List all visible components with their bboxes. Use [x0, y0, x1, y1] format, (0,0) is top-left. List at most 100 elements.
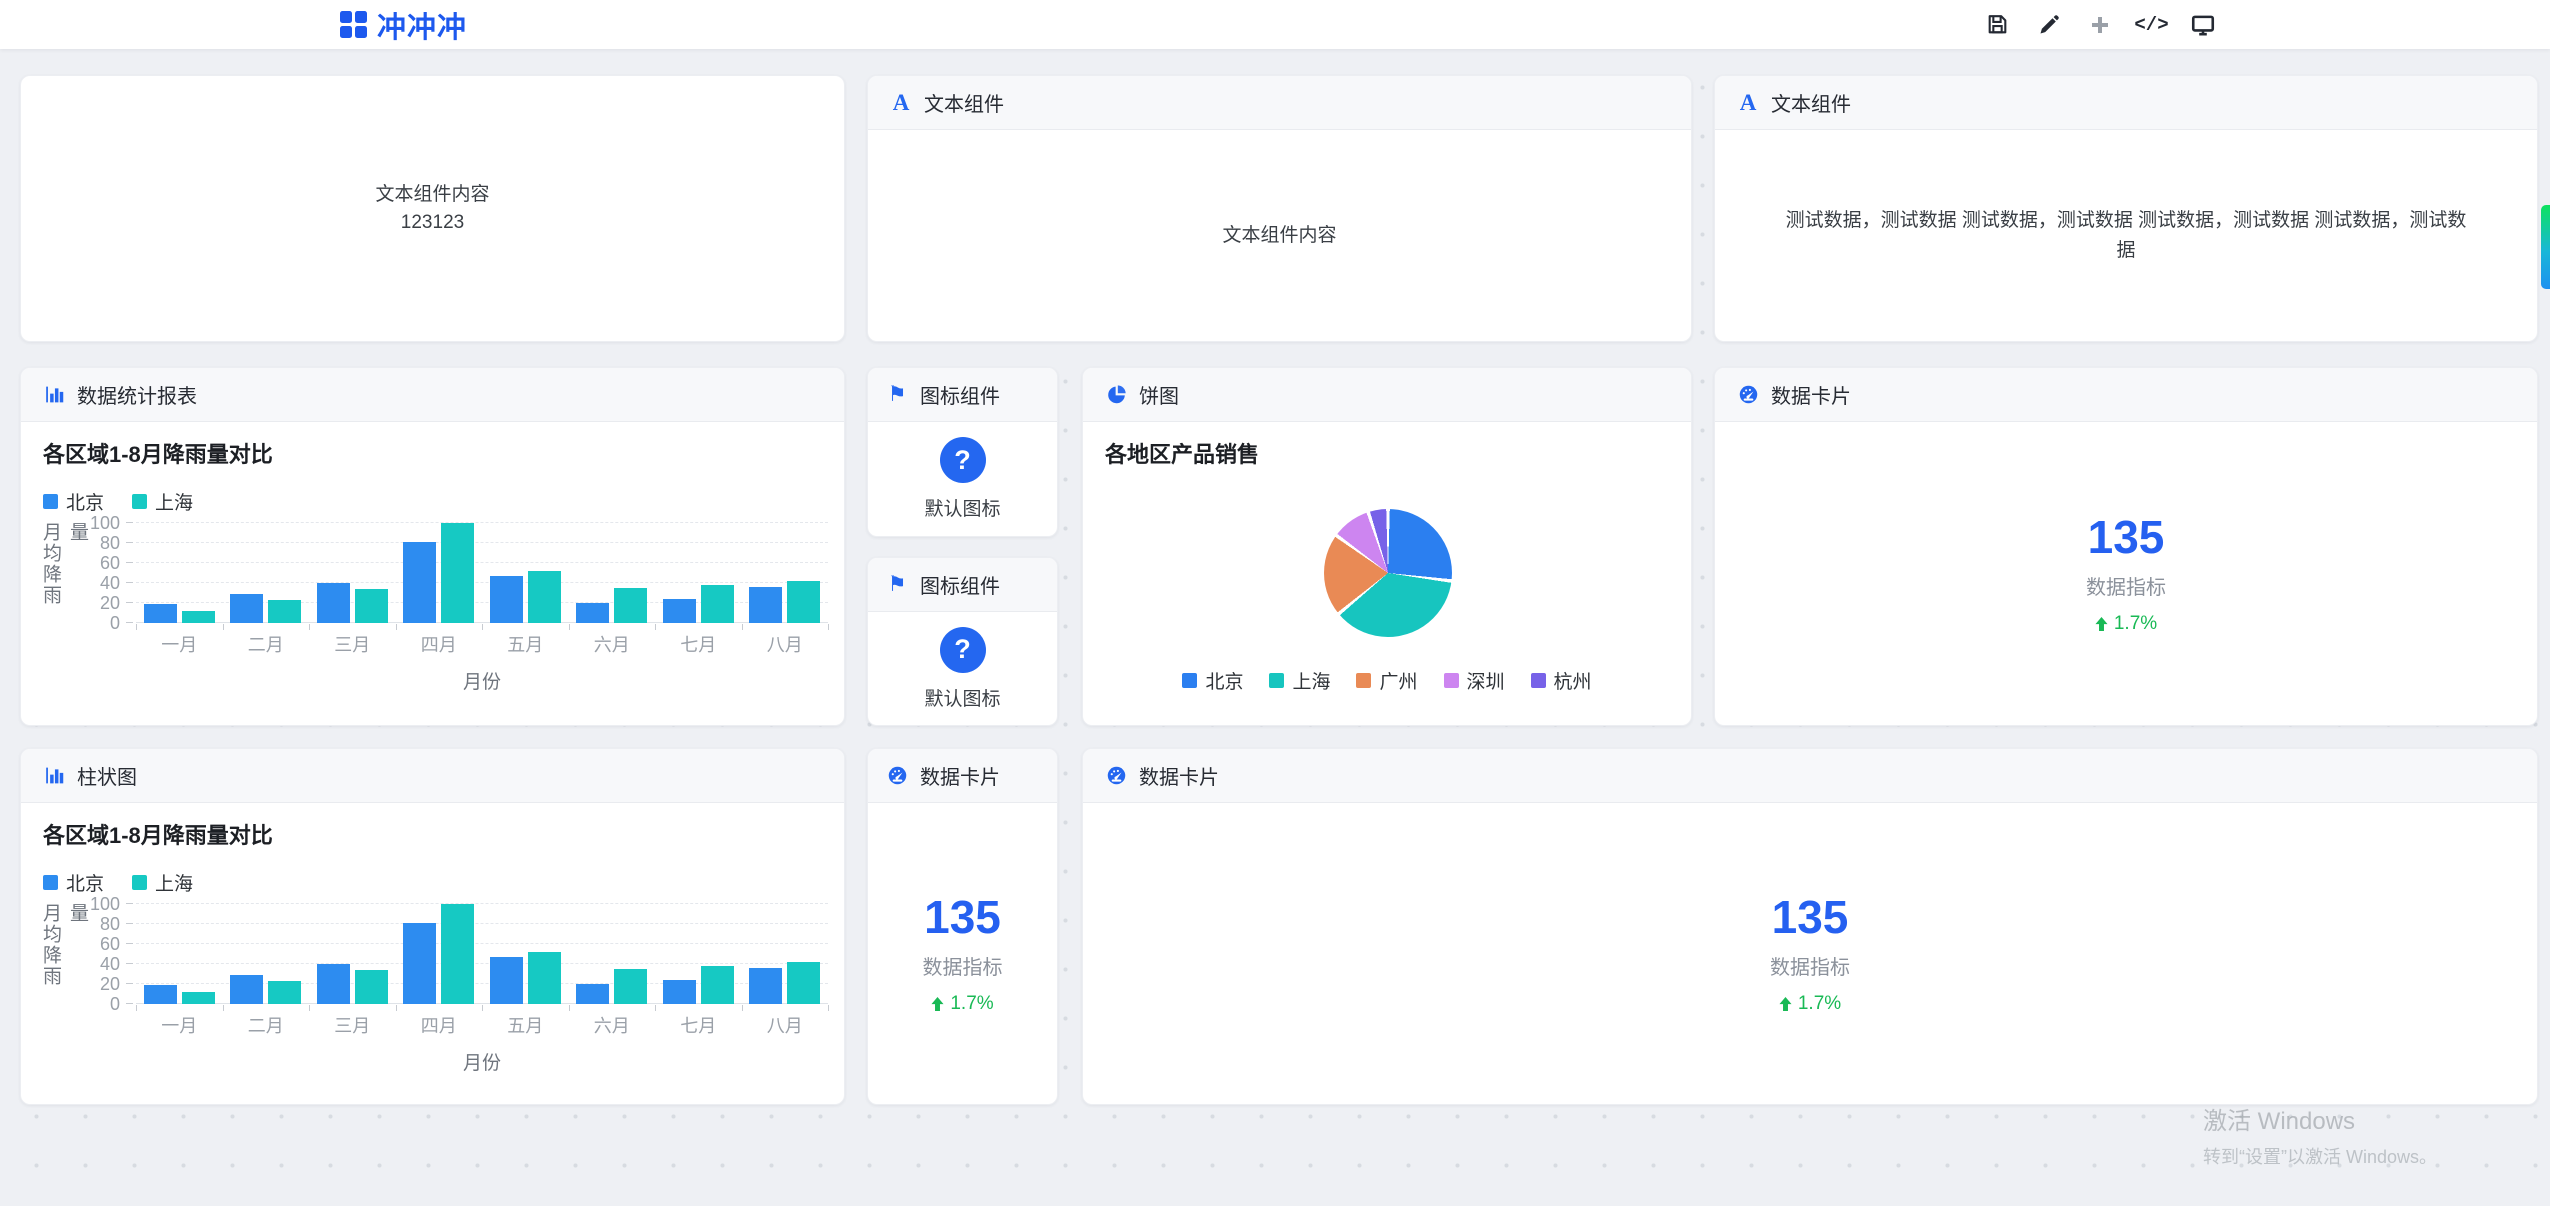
widget-header[interactable]: A 文本组件 — [868, 76, 1691, 130]
bar-北京 — [317, 583, 350, 623]
widget-header[interactable]: A 文本组件 — [1715, 76, 2537, 130]
legend-swatch — [1531, 673, 1546, 688]
pie-chart: 北京上海广州深圳杭州 — [1083, 422, 1691, 725]
bar-group — [655, 523, 742, 623]
widget-title: 数据统计报表 — [77, 380, 197, 409]
bar-北京 — [403, 923, 436, 1004]
widget-card-pie-chart[interactable]: 饼图 各地区产品销售 北京上海广州深圳杭州 — [1082, 367, 1692, 726]
bar-chart: 北京上海020406080100一月二月三月四月五月六月七月八月月份月均降雨量 — [21, 803, 844, 1104]
bar-北京 — [576, 603, 609, 623]
widget-title: 数据卡片 — [1771, 380, 1851, 409]
widget-header[interactable]: 柱状图 — [21, 749, 844, 803]
widget-card-icon-b[interactable]: ⚑ 图标组件 ? 默认图标 — [867, 557, 1058, 726]
x-axis-tick — [655, 1005, 656, 1011]
x-axis-label: 四月 — [396, 631, 483, 657]
widget-header[interactable]: ⚑ 图标组件 — [868, 368, 1057, 422]
legend-label: 北京 — [1205, 667, 1243, 694]
legend-item[interactable]: 北京 — [43, 869, 104, 896]
widget-title: 图标组件 — [920, 380, 1000, 409]
preview-monitor-icon[interactable] — [2188, 10, 2218, 40]
widget-card-report-chart[interactable]: 数据统计报表 各区域1-8月降雨量对比 北京上海020406080100一月二月… — [20, 367, 845, 726]
widget-header[interactable]: 数据卡片 — [1083, 749, 2537, 803]
legend-label: 上海 — [155, 488, 193, 515]
x-axis-label: 五月 — [482, 1012, 569, 1038]
question-icon[interactable]: ? — [940, 437, 986, 483]
legend-item[interactable]: 杭州 — [1531, 667, 1592, 694]
flag-icon: ⚑ — [886, 574, 908, 596]
legend-item[interactable]: 广州 — [1356, 667, 1417, 694]
trend-up-icon — [931, 997, 944, 1011]
trend-value: 1.7% — [2114, 613, 2157, 635]
top-bar: 冲冲冲 </> — [0, 0, 2550, 49]
stat-label: 数据指标 — [2086, 571, 2166, 600]
text-a-icon: A — [1737, 92, 1759, 114]
x-axis-tick — [309, 624, 310, 630]
bar-北京 — [749, 587, 782, 623]
widget-header[interactable]: 数据卡片 — [868, 749, 1057, 803]
bar-上海 — [441, 523, 474, 623]
y-axis-tick — [126, 622, 133, 623]
x-axis-label: 五月 — [482, 631, 569, 657]
widget-title: 饼图 — [1139, 380, 1179, 409]
question-icon[interactable]: ? — [940, 627, 986, 673]
widget-header[interactable]: 数据卡片 — [1715, 368, 2537, 422]
trend-value: 1.7% — [1798, 993, 1841, 1015]
widget-header[interactable]: ⚑ 图标组件 — [868, 558, 1057, 612]
brand-logo: 冲冲冲 — [340, 0, 467, 49]
bar-group — [569, 904, 656, 1004]
bar-上海 — [182, 611, 215, 623]
widget-card-stat-b[interactable]: 数据卡片 135 数据指标 1.7% — [867, 748, 1058, 1105]
x-axis-name: 月份 — [136, 667, 828, 694]
widget-header[interactable]: 饼图 — [1083, 368, 1691, 422]
bar-group — [569, 523, 656, 623]
widget-title: 文本组件 — [1771, 88, 1851, 117]
windows-activation-watermark: 激活 Windows 转到“设置”以激活 Windows。 — [2203, 1101, 2437, 1169]
widget-card-stat-a[interactable]: 数据卡片 135 数据指标 1.7% — [1714, 367, 2538, 726]
x-axis-name: 月份 — [136, 1048, 828, 1075]
save-icon[interactable] — [1982, 10, 2012, 40]
x-axis-tick — [396, 1005, 397, 1011]
y-axis-tick — [126, 983, 133, 984]
code-icon[interactable]: </> — [2137, 10, 2167, 40]
x-axis-label: 六月 — [569, 1012, 656, 1038]
bar-北京 — [490, 576, 523, 623]
legend-item[interactable]: 上海 — [132, 488, 193, 515]
bar-北京 — [576, 984, 609, 1004]
x-axis-tick — [828, 1005, 829, 1011]
bar-上海 — [614, 588, 647, 623]
legend-item[interactable]: 上海 — [132, 869, 193, 896]
bar-上海 — [614, 969, 647, 1004]
legend-item[interactable]: 北京 — [43, 488, 104, 515]
widget-card-text-a[interactable]: A 文本组件 文本组件内容 — [867, 75, 1692, 342]
widget-card-stat-c[interactable]: 数据卡片 135 数据指标 1.7% — [1082, 748, 2538, 1105]
bar-北京 — [663, 599, 696, 623]
stat-value: 135 — [2088, 512, 2165, 563]
edit-pencil-icon[interactable] — [2034, 10, 2064, 40]
legend-item[interactable]: 深圳 — [1444, 667, 1505, 694]
widget-title: 数据卡片 — [920, 761, 1000, 790]
legend-swatch — [1444, 673, 1459, 688]
x-axis-tick — [136, 1005, 137, 1011]
legend-item[interactable]: 北京 — [1182, 667, 1243, 694]
legend-item[interactable]: 上海 — [1269, 667, 1330, 694]
widget-header[interactable]: 数据统计报表 — [21, 368, 844, 422]
add-plus-icon[interactable] — [2085, 10, 2115, 40]
widget-title: 柱状图 — [77, 761, 137, 790]
x-axis-label: 三月 — [309, 631, 396, 657]
bar-北京 — [403, 542, 436, 623]
scroll-indicator[interactable] — [2541, 205, 2550, 289]
widget-card-bar-chart[interactable]: 柱状图 各区域1-8月降雨量对比 北京上海020406080100一月二月三月四… — [20, 748, 845, 1105]
flag-icon: ⚑ — [886, 384, 908, 406]
widget-card-icon-a[interactable]: ⚑ 图标组件 ? 默认图标 — [867, 367, 1058, 537]
x-axis-tick — [569, 624, 570, 630]
x-axis-label: 三月 — [309, 1012, 396, 1038]
text-content-line: 123123 — [401, 209, 464, 237]
x-axis-label: 八月 — [742, 1012, 829, 1038]
y-axis-tick — [126, 542, 133, 543]
widget-card-text-plain[interactable]: 文本组件内容 123123 — [20, 75, 845, 342]
icon-label: 默认图标 — [924, 494, 1000, 521]
widget-card-text-b[interactable]: A 文本组件 测试数据，测试数据 测试数据，测试数据 测试数据，测试数据 测试数… — [1714, 75, 2538, 342]
plot-area: 020406080100 — [136, 523, 828, 623]
x-axis-tick — [482, 1005, 483, 1011]
bar-上海 — [268, 600, 301, 623]
